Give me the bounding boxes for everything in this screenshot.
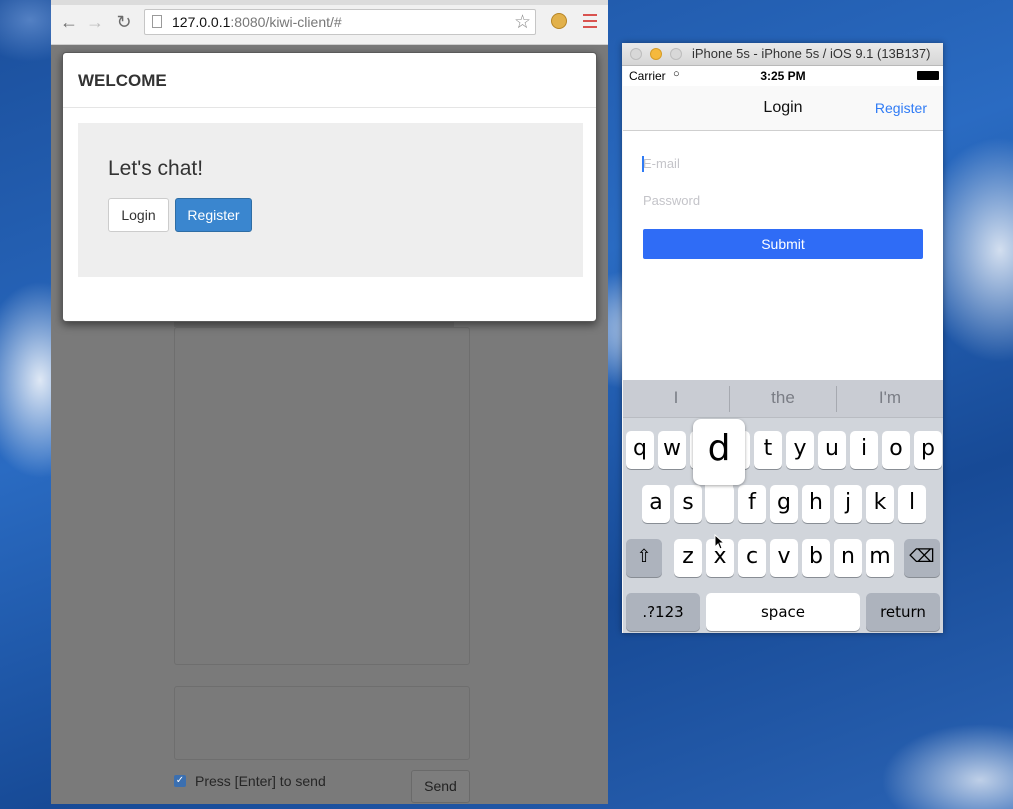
page-content: ✓ Press [Enter] to send Send WELCOME Let… — [51, 45, 608, 804]
mouse-cursor-icon — [714, 534, 724, 550]
prediction-1[interactable]: I — [623, 380, 729, 417]
simulator-title: iPhone 5s - iPhone 5s / iOS 9.1 (13B137) — [692, 46, 931, 61]
status-time: 3:25 PM — [760, 69, 806, 83]
submit-button[interactable]: Submit — [643, 229, 923, 259]
space-key[interactable]: space — [706, 593, 860, 631]
hamburger-menu-icon[interactable] — [583, 14, 597, 28]
simulator-titlebar: iPhone 5s - iPhone 5s / iOS 9.1 (13B137) — [622, 43, 943, 66]
modal-title: WELCOME — [78, 71, 167, 90]
key-p[interactable]: p — [914, 431, 942, 469]
key-m[interactable]: m — [866, 539, 894, 577]
key-i[interactable]: i — [850, 431, 878, 469]
return-key[interactable]: return — [866, 593, 940, 631]
url-text: 127.0.0.1:8080/kiwi-client/# — [172, 14, 342, 30]
key-j[interactable]: j — [834, 485, 862, 523]
chat-messages-area — [174, 327, 470, 665]
password-field[interactable]: Password — [643, 187, 923, 215]
phone-screen: Carrier ○ 3:25 PM Login Register E-mail … — [623, 66, 943, 633]
register-button[interactable]: Register — [175, 198, 252, 232]
key-h[interactable]: h — [802, 485, 830, 523]
star-icon[interactable]: ☆ — [514, 11, 531, 34]
navigation-bar: Login Register — [623, 86, 943, 131]
key-c[interactable]: c — [738, 539, 766, 577]
jumbotron: Let's chat! Login Register — [78, 123, 583, 277]
key-l[interactable]: l — [898, 485, 926, 523]
page-icon — [152, 15, 162, 28]
backspace-icon[interactable]: ⌫ — [904, 539, 940, 577]
key-popup: d — [693, 419, 745, 485]
message-input[interactable] — [174, 686, 470, 760]
close-icon[interactable] — [630, 48, 642, 60]
zoom-icon[interactable] — [670, 48, 682, 60]
arrow-left-icon[interactable]: ← — [59, 12, 79, 32]
key-q[interactable]: q — [626, 431, 654, 469]
tab-strip — [51, 0, 608, 5]
key-k[interactable]: k — [866, 485, 894, 523]
key-y[interactable]: y — [786, 431, 814, 469]
send-button[interactable]: Send — [411, 770, 470, 803]
key-n[interactable]: n — [834, 539, 862, 577]
browser-toolbar: ← → ↻ 127.0.0.1:8080/kiwi-client/# ☆ — [51, 0, 608, 45]
key-s[interactable]: s — [674, 485, 702, 523]
key-w[interactable]: w — [658, 431, 686, 469]
key-f[interactable]: f — [738, 485, 766, 523]
modal-divider — [63, 107, 596, 108]
text-caret — [642, 156, 644, 172]
key-v[interactable]: v — [770, 539, 798, 577]
status-bar: Carrier ○ 3:25 PM — [623, 66, 943, 86]
browser-window: ← → ↻ 127.0.0.1:8080/kiwi-client/# ☆ ✓ P… — [51, 0, 608, 804]
key-u[interactable]: u — [818, 431, 846, 469]
key-t[interactable]: t — [754, 431, 782, 469]
ios-keyboard: I the I'm q w e r t y u i o p a s d f g … — [623, 380, 943, 633]
key-b[interactable]: b — [802, 539, 830, 577]
numbers-key[interactable]: .?123 — [626, 593, 700, 631]
login-button[interactable]: Login — [108, 198, 169, 232]
email-placeholder: E-mail — [643, 156, 680, 171]
key-z[interactable]: z — [674, 539, 702, 577]
address-bar[interactable]: 127.0.0.1:8080/kiwi-client/# ☆ — [144, 9, 536, 35]
ios-simulator-window: iPhone 5s - iPhone 5s / iOS 9.1 (13B137)… — [622, 43, 943, 633]
arrow-right-icon[interactable]: → — [85, 12, 105, 32]
cookie-icon[interactable] — [551, 13, 567, 29]
key-a[interactable]: a — [642, 485, 670, 523]
reload-icon[interactable]: ↻ — [114, 12, 134, 32]
key-popup-stem — [705, 480, 733, 520]
predictive-bar: I the I'm — [623, 380, 943, 418]
minimize-icon[interactable] — [650, 48, 662, 60]
email-field[interactable]: E-mail — [642, 150, 923, 178]
key-g[interactable]: g — [770, 485, 798, 523]
shift-icon[interactable]: ⇧ — [626, 539, 662, 577]
prediction-3[interactable]: I'm — [837, 380, 943, 417]
headline: Let's chat! — [108, 157, 204, 180]
prediction-2[interactable]: the — [730, 380, 836, 417]
welcome-modal: WELCOME Let's chat! Login Register — [62, 52, 597, 322]
press-enter-label: Press [Enter] to send — [195, 773, 326, 789]
press-enter-checkbox[interactable]: ✓ — [174, 775, 186, 787]
nav-register-button[interactable]: Register — [875, 100, 927, 116]
key-o[interactable]: o — [882, 431, 910, 469]
password-placeholder: Password — [643, 193, 701, 208]
battery-icon — [917, 71, 939, 80]
